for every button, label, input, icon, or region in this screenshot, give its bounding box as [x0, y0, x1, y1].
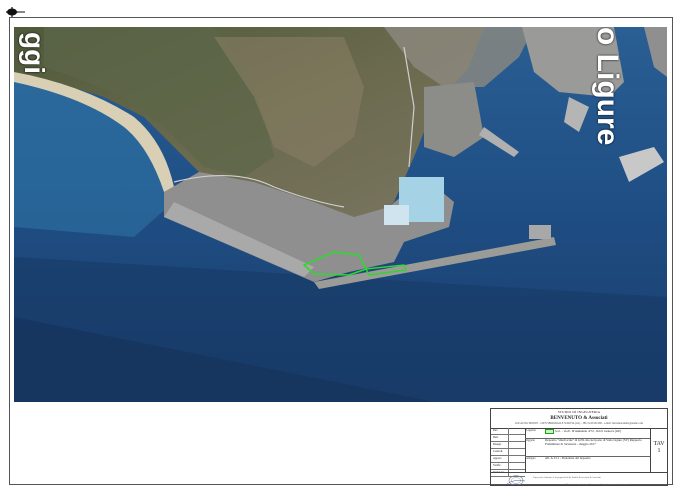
revision-row: Rev.	[491, 428, 525, 435]
revision-row: Disegn.	[491, 442, 525, 449]
revision-row: Data	[491, 435, 525, 442]
satellite-map[interactable]: ggi o Ligure	[14, 27, 667, 402]
sheet-number: TAV 1	[650, 428, 667, 472]
north-arrow-icon	[6, 7, 25, 17]
subject-key: Oggetto	[526, 439, 536, 442]
legend-value: S.r.l. - via E. D'Annunzio 4/72, 16121 G…	[545, 429, 650, 434]
revision-row: Controll.	[491, 449, 525, 456]
attachment-row: Allegato All. A.13.1 - Posizione del dep…	[525, 456, 651, 472]
revision-row: Verific.	[491, 463, 525, 470]
title-block: STUDIO DI INGEGNERIA BENVENUTO & Associa…	[490, 408, 668, 486]
firm-address: LOCALITA' MONTE - 12079 SERRAVALLE SCRIV…	[514, 421, 644, 425]
revision-row: Approv.	[491, 456, 525, 463]
revision-table: Rev. Data Disegn. Controll. Approv. Veri…	[491, 428, 526, 477]
subject-row: Oggetto Deposito "small scale" di GNL si…	[525, 438, 651, 457]
title-block-grid: Rev. Data Disegn. Controll. Approv. Veri…	[491, 428, 667, 477]
stamp-icon	[507, 475, 525, 485]
legend-swatch-icon	[545, 429, 554, 434]
sheet-number-label: TAV	[653, 441, 665, 447]
title-block-header: STUDIO DI INGEGNERIA BENVENUTO & Associa…	[491, 409, 667, 429]
attachment-key: Allegato	[526, 457, 536, 460]
title-block-rows: Legenda S.r.l. - via E. D'Annunzio 4/72,…	[525, 428, 651, 472]
bottom-note: E' vietata la riproduzione del presente …	[566, 484, 633, 486]
map-label-right: o Ligure	[591, 27, 624, 146]
satellite-image	[14, 27, 667, 402]
subject-value: Deposito "small scale" di GNL sito nel p…	[545, 438, 642, 446]
attachment-value: All. A.13.1 - Posizione del deposito	[545, 456, 591, 460]
map-label-left: ggi	[19, 32, 50, 74]
firm-name: BENVENUTO & Associati	[550, 415, 608, 421]
legend-key: Legenda	[526, 429, 536, 432]
footer-note: Il presente elaborato è di proprietà del…	[533, 476, 601, 479]
sheet-number-value: 1	[657, 447, 661, 454]
